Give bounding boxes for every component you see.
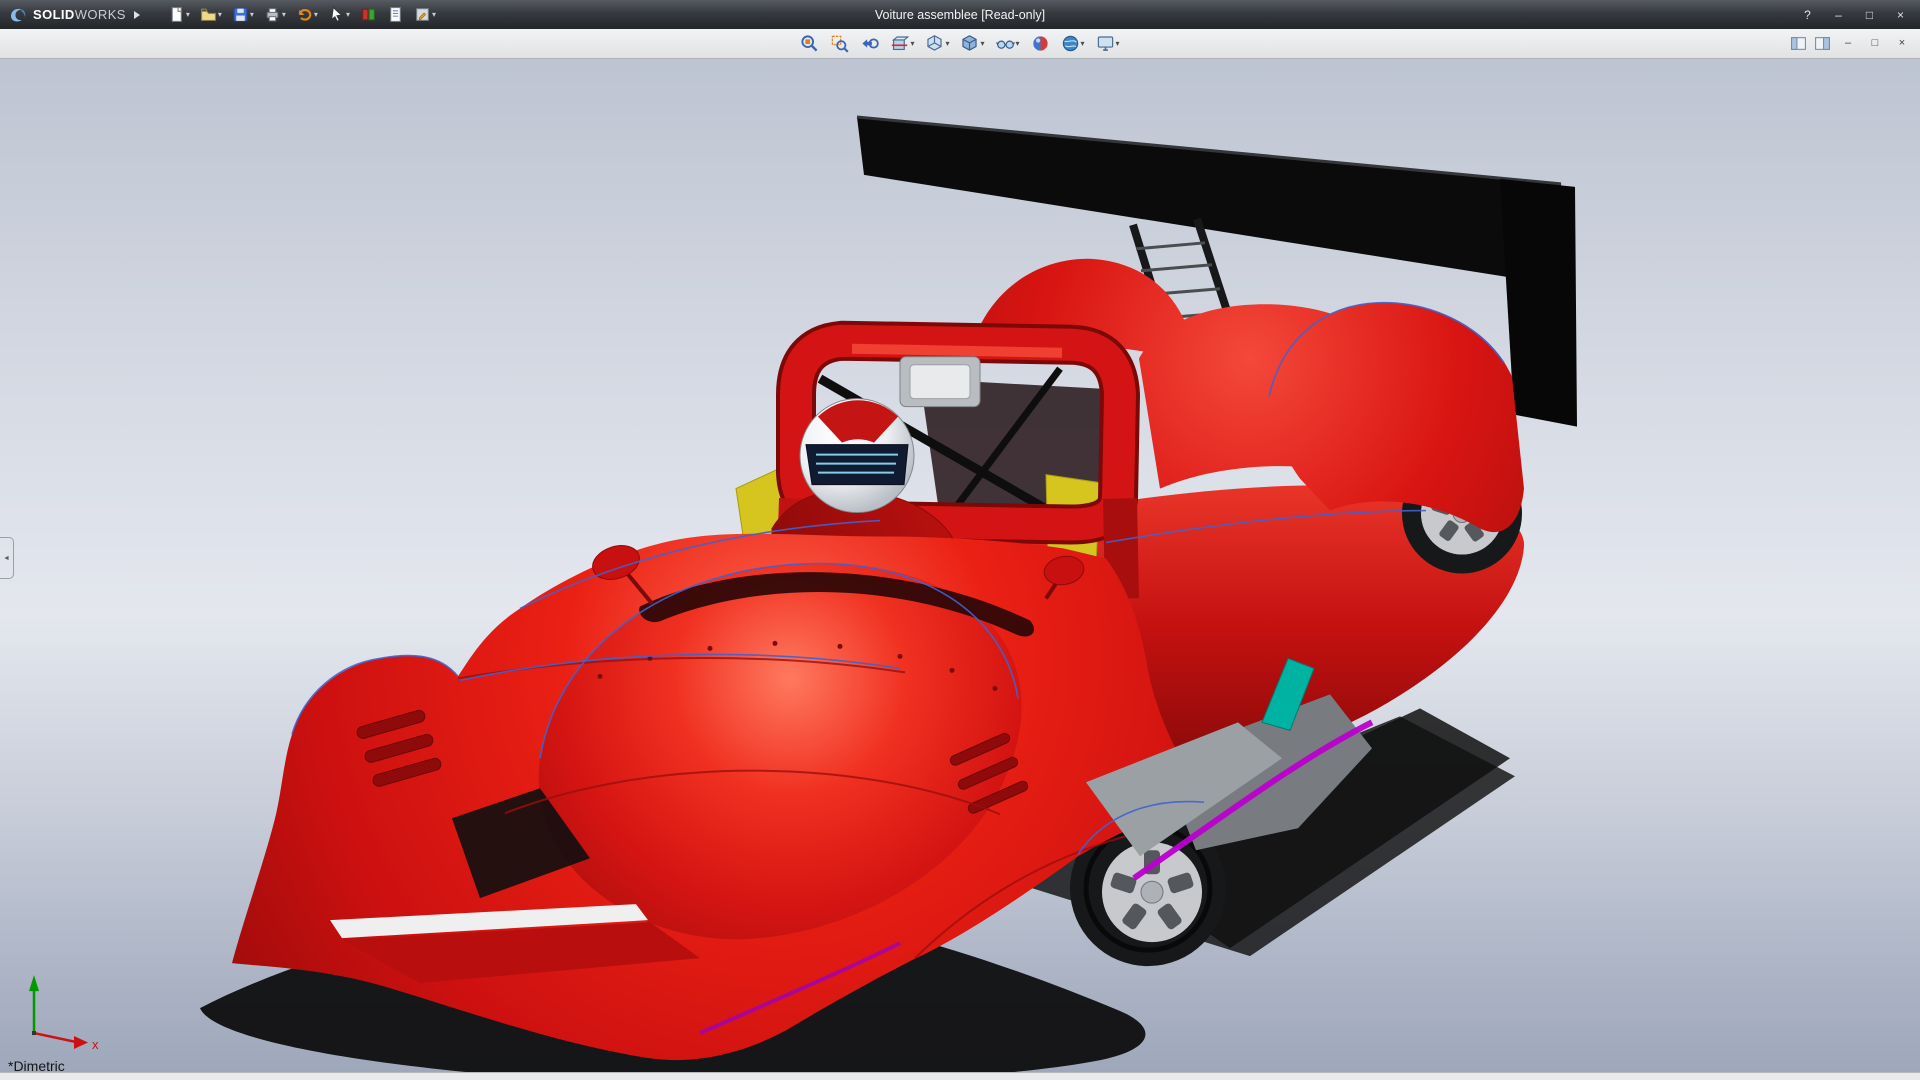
view-settings-icon: [1096, 34, 1115, 53]
undo-dropdown-caret[interactable]: ▾: [314, 11, 318, 19]
minimize-button[interactable]: –: [1824, 4, 1853, 25]
options-icon: [414, 6, 431, 23]
save-icon: [232, 6, 249, 23]
select-button[interactable]: ▾: [324, 3, 354, 27]
undo-icon: [296, 6, 313, 23]
pane-left-button[interactable]: [1788, 33, 1809, 54]
brand-solid: SOLID: [33, 7, 75, 22]
hide-show-items-icon: [996, 34, 1015, 53]
panel-collapse-tab[interactable]: ◄: [0, 537, 14, 579]
car-body: [232, 534, 1206, 1060]
brand-works: WORKS: [75, 7, 126, 22]
previous-view-icon: [860, 34, 879, 53]
solidworks-window: SOLIDWORKS ▾ ▾ ▾ ▾ ▾ ▾ ▾ Voiture assemblee [Re…: [0, 0, 1920, 1080]
apply-scene-dropdown-caret[interactable]: ▾: [1081, 40, 1085, 48]
zoom-fit-icon: [800, 34, 819, 53]
new-button[interactable]: ▾: [164, 3, 194, 27]
graphics-viewport[interactable]: x ◄ *Dimetric: [0, 59, 1920, 1072]
window-controls: ? – □ ×: [1793, 4, 1920, 25]
pane-right-icon: [1814, 35, 1831, 52]
previous-view-button[interactable]: [856, 31, 883, 57]
solidworks-brand: SOLIDWORKS: [0, 5, 148, 25]
zoom-area-button[interactable]: [826, 31, 853, 57]
coordinate-triad: x: [29, 975, 99, 1052]
camera-box: [900, 357, 980, 407]
display-style-icon: [960, 34, 979, 53]
section-view-dropdown-caret[interactable]: ▾: [910, 40, 914, 48]
close-button[interactable]: ×: [1886, 4, 1915, 25]
main-toolbar: ▾ ▾ ▾ ▾ ▾ ▾ ▾: [164, 3, 440, 27]
pane-right-button[interactable]: [1812, 33, 1833, 54]
apply-scene-icon: [1061, 34, 1080, 53]
maximize-button[interactable]: □: [1855, 4, 1884, 25]
print-icon: [264, 6, 281, 23]
select-icon: [328, 6, 345, 23]
document-restore-button[interactable]: □: [1863, 34, 1887, 53]
rebuild-button[interactable]: [356, 3, 381, 27]
save-dropdown-caret[interactable]: ▾: [250, 11, 254, 19]
section-view-button[interactable]: ▾: [886, 31, 918, 57]
view-orientation-button[interactable]: ▾: [921, 31, 953, 57]
file-properties-icon: [387, 6, 404, 23]
solidworks-logo-icon: [8, 5, 28, 25]
open-icon: [200, 6, 217, 23]
zoom-fit-button[interactable]: [796, 31, 823, 57]
brand-name: SOLIDWORKS: [33, 7, 126, 22]
titlebar: SOLIDWORKS ▾ ▾ ▾ ▾ ▾ ▾ ▾ Voiture assemblee [Re…: [0, 0, 1920, 29]
edit-appearance-icon: [1031, 34, 1050, 53]
rebuild-icon: [360, 6, 377, 23]
status-strip: [0, 1072, 1920, 1080]
pane-left-icon: [1790, 35, 1807, 52]
new-icon: [168, 6, 185, 23]
hide-show-items-button[interactable]: ▾: [992, 31, 1024, 57]
help-button[interactable]: ?: [1793, 4, 1822, 25]
file-properties-button[interactable]: [383, 3, 408, 27]
x-axis-label: x: [92, 1037, 99, 1052]
view-orientation-label: *Dimetric: [8, 1058, 65, 1072]
view-settings-button[interactable]: ▾: [1092, 31, 1124, 57]
options-button[interactable]: ▾: [410, 3, 440, 27]
y-axis-arrow: [29, 975, 39, 991]
menu-expand-arrow[interactable]: [134, 11, 140, 19]
display-style-dropdown-caret[interactable]: ▾: [980, 40, 984, 48]
view-settings-dropdown-caret[interactable]: ▾: [1116, 40, 1120, 48]
open-button[interactable]: ▾: [196, 3, 226, 27]
zoom-area-icon: [830, 34, 849, 53]
undo-button[interactable]: ▾: [292, 3, 322, 27]
hide-show-items-dropdown-caret[interactable]: ▾: [1016, 40, 1020, 48]
display-style-button[interactable]: ▾: [956, 31, 988, 57]
section-view-icon: [890, 34, 909, 53]
select-dropdown-caret[interactable]: ▾: [346, 11, 350, 19]
save-button[interactable]: ▾: [228, 3, 258, 27]
print-button[interactable]: ▾: [260, 3, 290, 27]
view-orientation-icon: [925, 34, 944, 53]
x-axis-arrow: [74, 1036, 88, 1049]
headsup-row: ▾ ▾ ▾ ▾ ▾ ▾ – □ ×: [0, 29, 1920, 59]
open-dropdown-caret[interactable]: ▾: [218, 11, 222, 19]
headsup-toolbar: ▾ ▾ ▾ ▾ ▾ ▾: [796, 31, 1123, 57]
edit-appearance-button[interactable]: [1027, 31, 1054, 57]
apply-scene-button[interactable]: ▾: [1057, 31, 1089, 57]
document-window-controls: – □ ×: [1788, 29, 1914, 58]
print-dropdown-caret[interactable]: ▾: [282, 11, 286, 19]
document-close-button[interactable]: ×: [1890, 34, 1914, 53]
options-dropdown-caret[interactable]: ▾: [432, 11, 436, 19]
new-dropdown-caret[interactable]: ▾: [186, 11, 190, 19]
window-title: Voiture assemblee [Read-only]: [875, 8, 1045, 22]
view-orientation-dropdown-caret[interactable]: ▾: [945, 40, 949, 48]
car-scene: x: [0, 59, 1920, 1072]
document-minimize-button[interactable]: –: [1836, 34, 1860, 53]
